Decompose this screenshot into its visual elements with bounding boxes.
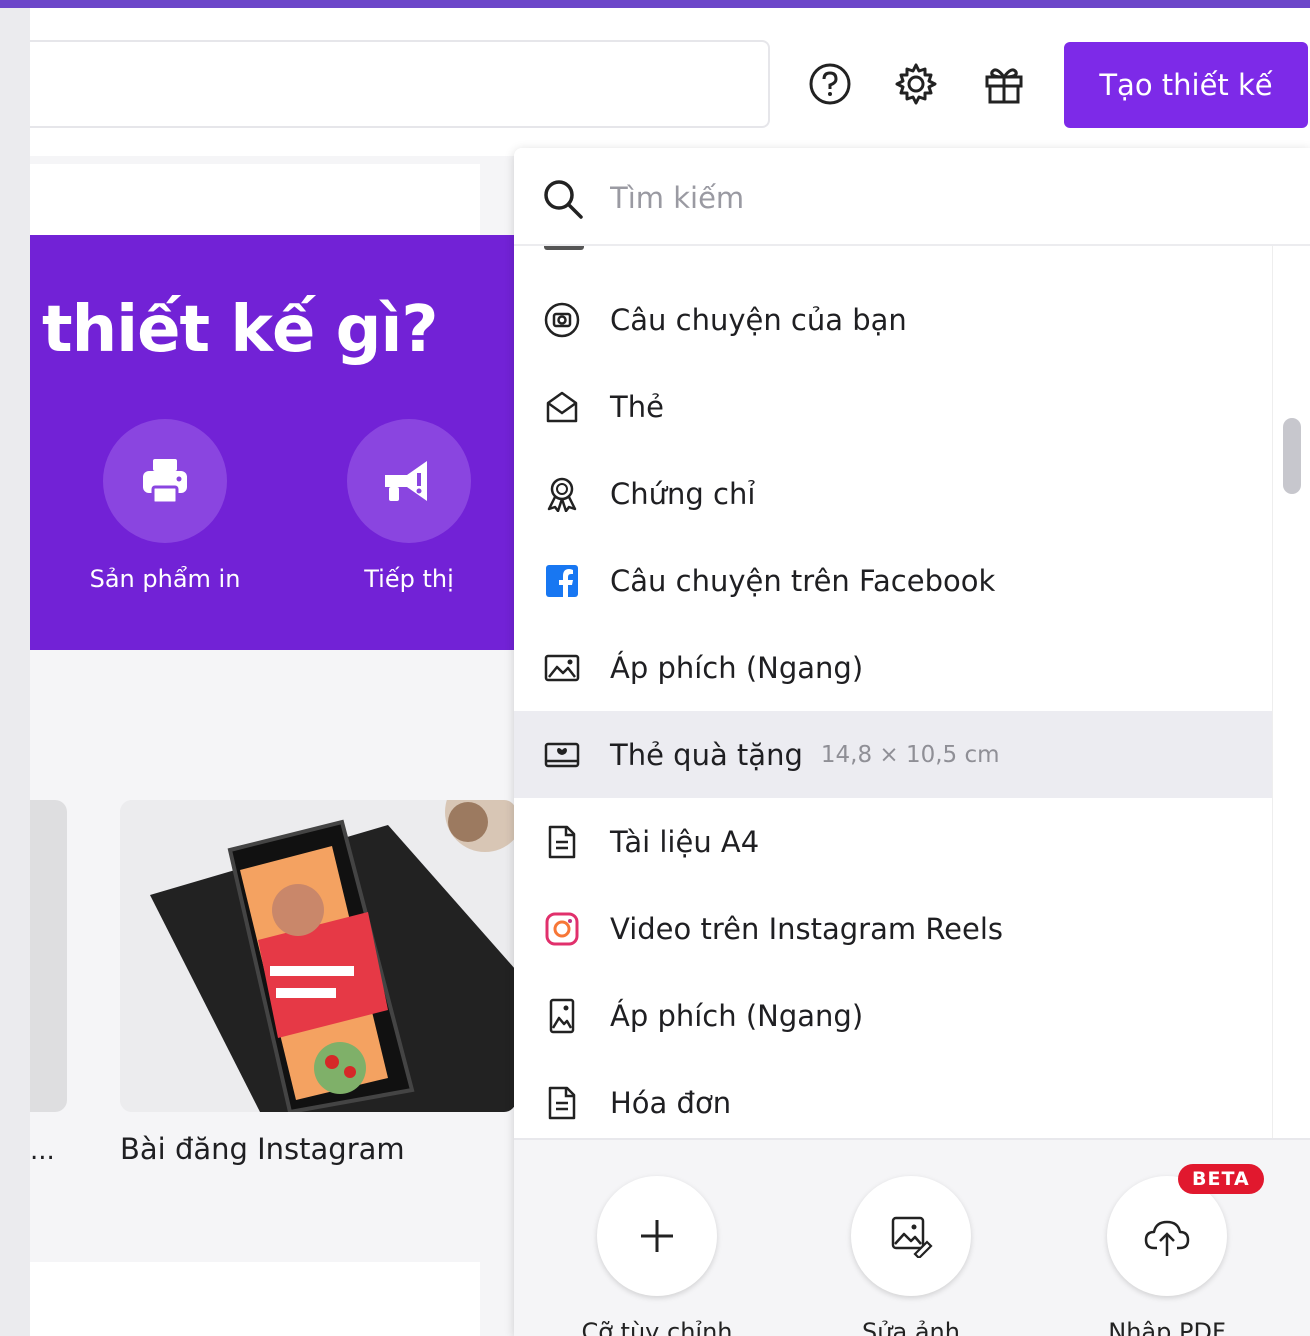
- gift-icon[interactable]: [982, 62, 1026, 106]
- camera-icon: [544, 302, 580, 338]
- design-type-item[interactable]: Câu chuyện của bạn: [514, 276, 1274, 363]
- section-strip: [30, 1262, 480, 1336]
- invoice-icon: [544, 1085, 580, 1121]
- image-portrait-icon: [544, 998, 580, 1034]
- design-type-label: Áp phích (Ngang): [610, 998, 864, 1033]
- scrollbar-thumb[interactable]: [1283, 418, 1301, 494]
- facebook-icon: [544, 563, 580, 599]
- design-type-item-highlighted[interactable]: Thẻ quà tặng 14,8 × 10,5 cm: [514, 711, 1274, 798]
- action-label: Cỡ tùy chỉnh: [581, 1318, 733, 1336]
- design-type-label: Thẻ: [610, 389, 664, 424]
- image-landscape-icon: [544, 650, 580, 686]
- design-type-item[interactable]: Câu chuyện trên Facebook: [514, 537, 1274, 624]
- category-print-products[interactable]: Sản phẩm in: [90, 419, 240, 593]
- design-type-label: Áp phích (Ngang): [610, 650, 864, 685]
- partial-item-icon: [544, 246, 584, 250]
- design-type-list: Câu chuyện của bạn Thẻ Chứng chỉ Câu chu…: [514, 246, 1274, 1138]
- help-icon[interactable]: [808, 62, 852, 106]
- design-type-label: Hóa đơn: [610, 1085, 732, 1120]
- design-type-dimensions: 14,8 × 10,5 cm: [820, 741, 1000, 768]
- category-label: Tiếp thị: [364, 565, 454, 593]
- create-design-button[interactable]: Tạo thiết kế: [1064, 42, 1308, 128]
- main-search-bar[interactable]: [30, 40, 770, 128]
- design-type-label: Câu chuyện trên Facebook: [610, 563, 996, 598]
- dropdown-search: [514, 148, 1310, 246]
- sub-toolbar: [30, 164, 480, 236]
- printer-icon: [103, 419, 227, 543]
- dropdown-footer-actions: Cỡ tùy chỉnh Sửa ảnh BETA Nhập PDF: [514, 1138, 1310, 1336]
- left-rail: [0, 8, 30, 1336]
- cloud-upload-icon: [1107, 1176, 1227, 1296]
- design-type-item[interactable]: Hóa đơn: [514, 1059, 1274, 1138]
- megaphone-icon: [347, 419, 471, 543]
- document-icon: [544, 824, 580, 860]
- design-type-label: Thẻ quà tặng: [610, 737, 803, 772]
- search-icon: [542, 178, 584, 224]
- dropdown-search-input[interactable]: [610, 178, 1210, 218]
- instagram-icon: [544, 911, 580, 947]
- template-card-partial-label: ...: [30, 1136, 55, 1166]
- gear-icon[interactable]: [894, 62, 938, 106]
- top-accent-strip: [0, 0, 1310, 8]
- template-card-label: Bài đăng Instagram: [120, 1132, 405, 1166]
- design-type-item[interactable]: Áp phích (Ngang): [514, 972, 1274, 1059]
- action-label: Nhập PDF: [1108, 1318, 1226, 1336]
- design-type-label: Video trên Instagram Reels: [610, 911, 1004, 946]
- action-label: Sửa ảnh: [862, 1318, 960, 1336]
- envelope-icon: [544, 389, 580, 425]
- beta-badge: BETA: [1178, 1164, 1264, 1194]
- award-icon: [544, 476, 580, 512]
- design-type-label: Câu chuyện của bạn: [610, 302, 907, 337]
- import-pdf-button[interactable]: BETA Nhập PDF: [1106, 1164, 1264, 1336]
- template-card-partial[interactable]: [30, 800, 67, 1112]
- template-card-instagram-post[interactable]: [120, 800, 514, 1112]
- dropdown-scrollbar[interactable]: [1272, 246, 1310, 1138]
- instagram-post-thumbnail: [120, 800, 514, 1112]
- design-type-item[interactable]: Tài liệu A4: [514, 798, 1274, 885]
- category-label: Sản phẩm in: [89, 565, 241, 593]
- custom-size-button[interactable]: Cỡ tùy chỉnh: [581, 1176, 733, 1336]
- edit-photo-icon: [851, 1176, 971, 1296]
- design-type-item[interactable]: Áp phích (Ngang): [514, 624, 1274, 711]
- plus-icon: [597, 1176, 717, 1296]
- create-design-dropdown: Câu chuyện của bạn Thẻ Chứng chỉ Câu chu…: [514, 148, 1310, 1336]
- design-type-item[interactable]: Chứng chỉ: [514, 450, 1274, 537]
- category-marketing[interactable]: Tiếp thị: [347, 419, 471, 593]
- gift-card-icon: [544, 737, 580, 773]
- design-type-item[interactable]: Thẻ: [514, 363, 1274, 450]
- hero-banner: thiết kế gì? Sản phẩm in Tiếp thị: [30, 235, 514, 650]
- design-type-item[interactable]: Video trên Instagram Reels: [514, 885, 1274, 972]
- design-type-label: Chứng chỉ: [610, 476, 756, 511]
- edit-photo-button[interactable]: Sửa ảnh: [850, 1176, 972, 1336]
- home-content: thiết kế gì? Sản phẩm in Tiếp thị ... Bà…: [30, 156, 514, 1336]
- design-type-label: Tài liệu A4: [610, 824, 760, 859]
- hero-title: thiết kế gì?: [42, 293, 438, 367]
